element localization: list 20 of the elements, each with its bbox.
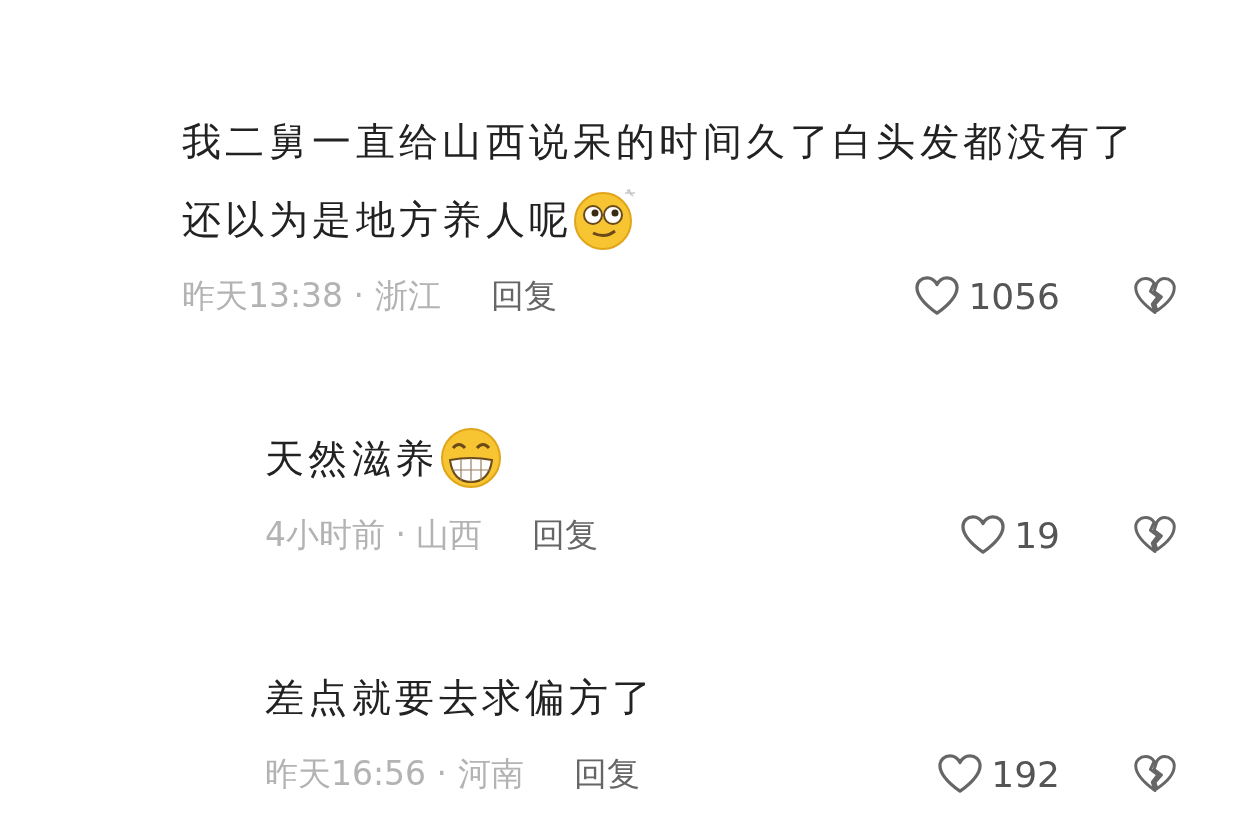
comment-time-location: 4小时前 · 山西 (265, 513, 483, 556)
broken-heart-icon[interactable] (1133, 514, 1177, 556)
broken-heart-icon[interactable] (1133, 753, 1177, 795)
heart-icon[interactable] (960, 514, 1007, 556)
comment-text: 天然滋养 (265, 420, 1165, 498)
broken-heart-icon[interactable] (1133, 275, 1177, 317)
comment-text: 差点就要去求偏方了 (265, 674, 657, 722)
like-count: 192 (991, 753, 1060, 795)
dizzy-emoji-icon (572, 186, 637, 251)
comment-time-location: 昨天16:56 · 河南 (265, 752, 524, 795)
like-count: 1056 (968, 275, 1060, 317)
heart-icon[interactable] (914, 275, 961, 317)
reply-link[interactable]: 回复 (532, 512, 599, 558)
reply-link[interactable]: 回复 (573, 751, 640, 797)
like-count: 19 (1014, 514, 1060, 556)
grinning-emoji-icon (438, 425, 503, 490)
comment-time-location: 昨天13:38 · 浙江 (182, 274, 441, 317)
heart-icon[interactable] (937, 753, 984, 795)
reply-link[interactable]: 回复 (490, 273, 557, 319)
comment-text: 我二舅一直给山西说呆的时间久了白头发都没有了还以为是地方养人呢 (182, 103, 1177, 259)
